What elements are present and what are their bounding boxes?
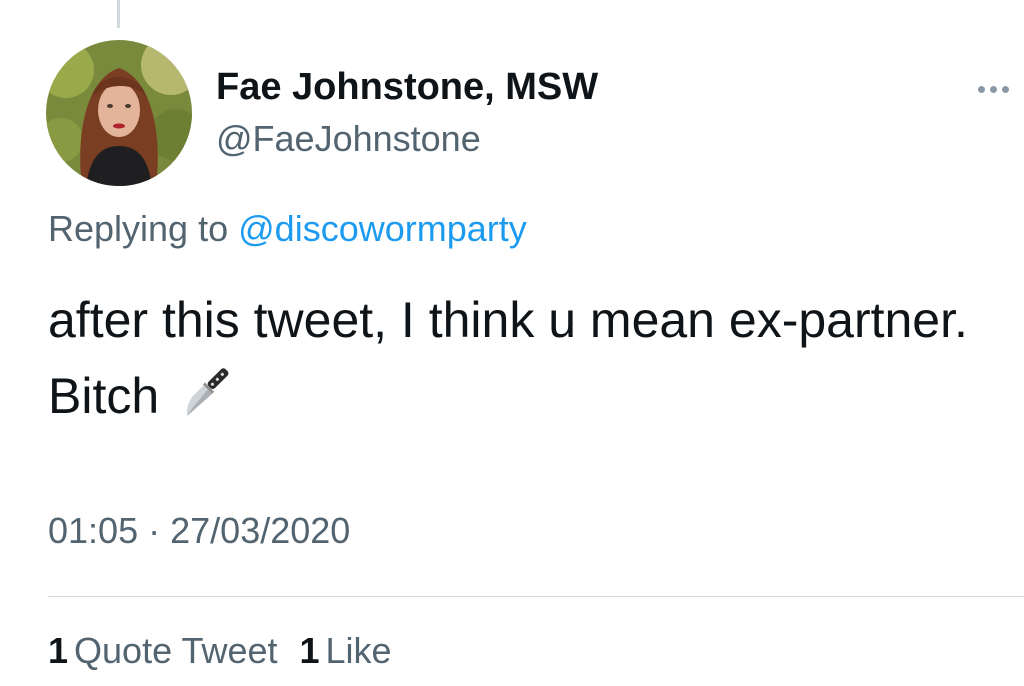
- avatar[interactable]: [46, 40, 192, 186]
- likes-count: 1: [299, 630, 320, 671]
- knife-icon: [173, 359, 237, 444]
- timestamp-separator: ·: [148, 510, 161, 551]
- quote-tweets-count: 1: [48, 630, 69, 671]
- quote-tweets-label: Quote Tweet: [74, 630, 278, 671]
- tweet-stats: 1 Quote Tweet 1 Like: [48, 630, 414, 672]
- author-handle[interactable]: @FaeJohnstone: [216, 118, 481, 160]
- tweet-date: 27/03/2020: [170, 510, 351, 551]
- tweet-timestamp[interactable]: 01:05 · 27/03/2020: [48, 510, 350, 552]
- reply-mention-link[interactable]: @discowormparty: [238, 208, 527, 249]
- more-options-button[interactable]: [968, 74, 1018, 104]
- tweet-body: after this tweet, I think u mean ex-part…: [48, 282, 988, 444]
- replying-to-label: Replying to: [48, 208, 229, 249]
- author-display-name[interactable]: Fae Johnstone, MSW: [216, 66, 598, 109]
- likes-stat[interactable]: 1 Like: [300, 630, 392, 672]
- divider: [48, 596, 1024, 597]
- tweet-time: 01:05: [48, 510, 139, 551]
- replying-to-line: Replying to @discowormparty: [48, 208, 527, 250]
- profile-photo: [46, 40, 192, 186]
- likes-label: Like: [325, 630, 392, 671]
- more-horizontal-icon: [977, 85, 1009, 93]
- thread-connector-line: [117, 0, 120, 28]
- quote-tweets-stat[interactable]: 1 Quote Tweet: [48, 630, 278, 672]
